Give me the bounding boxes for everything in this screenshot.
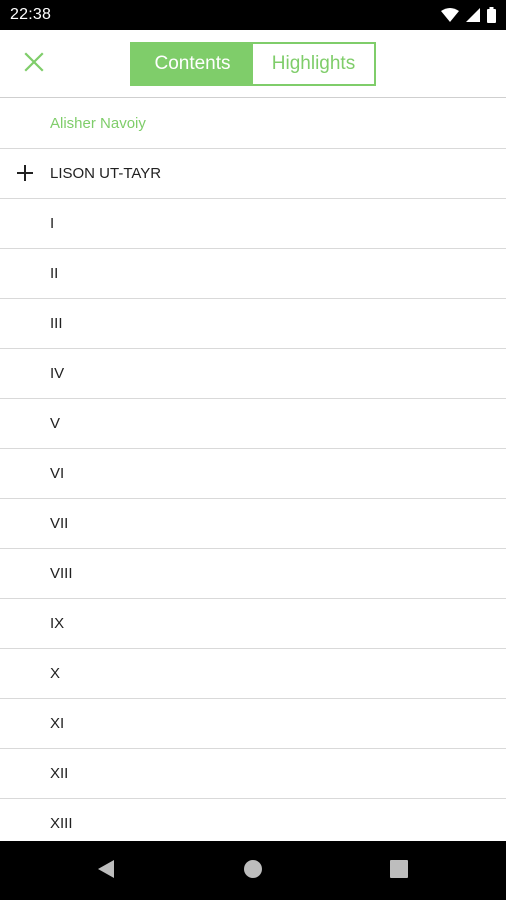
tab-contents[interactable]: Contents — [132, 44, 253, 84]
toc-chapter-item[interactable]: I — [0, 199, 506, 249]
toc-author[interactable]: Alisher Navoiy — [0, 99, 506, 149]
toc-chapter-item[interactable]: III — [0, 299, 506, 349]
toc-book-item[interactable]: LISON UT-TAYR — [0, 149, 506, 199]
status-time: 22:38 — [10, 6, 52, 23]
recents-button[interactable] — [379, 851, 419, 891]
battery-icon — [487, 7, 496, 23]
home-button[interactable] — [233, 851, 273, 891]
back-icon — [97, 859, 115, 884]
toc-chapter-item[interactable]: VI — [0, 449, 506, 499]
toc-book-title: LISON UT-TAYR — [50, 165, 162, 182]
toc-chapter-item[interactable]: II — [0, 249, 506, 299]
navigation-bar — [0, 841, 506, 900]
toc-chapter-item[interactable]: VII — [0, 499, 506, 549]
status-icons — [441, 7, 496, 23]
table-of-contents: Alisher Navoiy LISON UT-TAYR I II III IV… — [0, 99, 506, 841]
close-icon — [24, 51, 44, 77]
toc-chapter-item[interactable]: IV — [0, 349, 506, 399]
status-bar: 22:38 — [0, 0, 506, 30]
home-icon — [243, 859, 263, 884]
back-button[interactable] — [86, 851, 126, 891]
toc-chapter-item[interactable]: V — [0, 399, 506, 449]
tab-switcher: Contents Highlights — [130, 42, 376, 86]
toc-chapter-item[interactable]: XI — [0, 699, 506, 749]
recents-icon — [390, 859, 408, 883]
toolbar: Contents Highlights — [0, 30, 506, 98]
toc-chapter-item[interactable]: IX — [0, 599, 506, 649]
toc-chapter-item[interactable]: XIII — [0, 799, 506, 841]
close-button[interactable] — [18, 48, 50, 80]
toc-chapter-item[interactable]: VIII — [0, 549, 506, 599]
wifi-icon — [441, 8, 459, 22]
toc-chapter-item[interactable]: X — [0, 649, 506, 699]
plus-icon[interactable] — [15, 163, 35, 183]
cell-signal-icon — [466, 8, 480, 22]
toc-chapter-item[interactable]: XII — [0, 749, 506, 799]
tab-highlights[interactable]: Highlights — [253, 44, 374, 84]
